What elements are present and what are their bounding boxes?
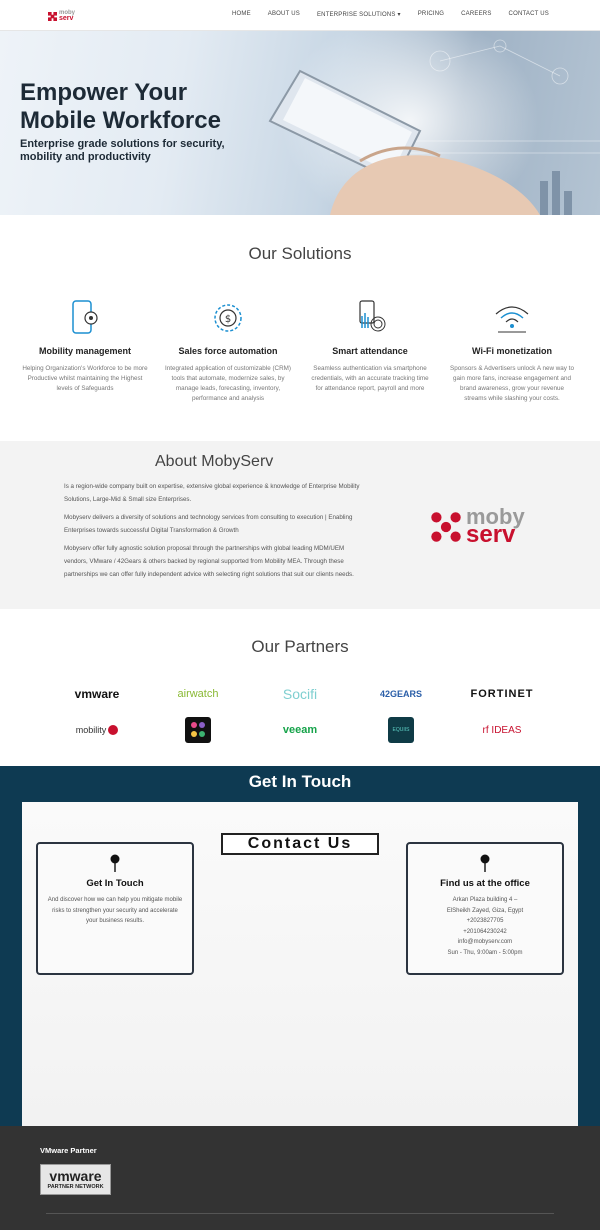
solution-wifi-monetization: Wi-Fi monetization Sponsors & Advertiser… — [449, 298, 575, 404]
nav-careers[interactable]: CAREERS — [461, 11, 491, 18]
about-section: About MobyServ Is a region-wide company … — [0, 441, 600, 609]
hero-subtitle-line1: Enterprise grade solutions for security, — [20, 138, 225, 150]
vmware-partner-badge[interactable]: vmware PARTNER NETWORK — [40, 1164, 111, 1195]
about-paragraph-3: Mobyserv offer fully agnostic solution p… — [64, 545, 354, 578]
partner-rfideas-logo: rf IDEAS — [482, 724, 522, 736]
logo-mark-icon — [431, 511, 461, 542]
solution-text: Sponsors & Advertisers unlock A new way … — [450, 365, 574, 402]
solution-sales-force-automation: $ Sales force automation Integrated appl… — [165, 298, 291, 404]
partner-mobility-text: mobility — [75, 725, 107, 735]
dollar-cycle-icon: $ — [214, 304, 242, 332]
office-phone-1[interactable]: +2023827705 — [467, 918, 504, 924]
nav-enterprise-solutions[interactable]: ENTERPRISE SOLUTIONS ▾ — [317, 11, 401, 18]
footer-heading: VMware Partner — [40, 1146, 97, 1155]
card-text: And discover how we can help you mitigat… — [47, 897, 183, 924]
office-email[interactable]: info@mobyserv.com — [458, 939, 512, 945]
about-paragraph-1: Is a region-wide company built on expert… — [64, 483, 360, 503]
partner-42gears-logo: 42GEARS — [379, 689, 423, 699]
colorful-app-icon — [185, 717, 211, 743]
main-menu: HOME ABOUT US ENTERPRISE SOLUTIONS ▾ PRI… — [232, 11, 549, 18]
solution-title: Smart attendance — [332, 346, 408, 356]
get-in-touch-section: Get In Touch Contact Us Get In Touch And… — [0, 766, 600, 1126]
contact-us-title: Contact Us — [221, 833, 379, 855]
office-phone-2[interactable]: +201064230242 — [463, 929, 507, 935]
partner-airwatch-logo: airwatch — [177, 688, 219, 700]
nav-home[interactable]: HOME — [232, 11, 251, 18]
svg-text:$: $ — [225, 314, 231, 325]
partners-title: Our Partners — [251, 637, 349, 656]
map-pin-icon — [480, 854, 490, 872]
office-address-line2: ElSheikh Zayed, Giza, Egypt — [446, 907, 524, 914]
partner-fortinet-logo: FORTINET — [470, 688, 534, 700]
hero-title: Empower Your Mobile Workforce — [20, 79, 300, 135]
office-card: Find us at the office Arkan Plaza buildi… — [406, 842, 564, 975]
solutions-title: Our Solutions — [248, 244, 352, 263]
footer-divider — [46, 1213, 554, 1214]
solution-title: Wi-Fi monetization — [472, 346, 552, 356]
map-pin-icon — [110, 854, 120, 872]
partner-equiis-text: EQUIIS — [388, 717, 414, 743]
logo-text-bottom: serv — [59, 15, 74, 22]
hero-title-line1: Empower Your — [20, 79, 188, 106]
partner-vmware-logo: vmware — [74, 687, 120, 701]
solution-text: Integrated application of customizable (… — [165, 365, 291, 402]
mobile-gear-icon — [72, 300, 98, 334]
solution-title: Sales force automation — [178, 346, 278, 356]
partner-app-logo — [153, 715, 243, 745]
wifi-icon — [495, 306, 529, 333]
hero-subtitle-line2: mobility and productivity — [20, 151, 151, 163]
nav-contact-us[interactable]: CONTACT US — [509, 11, 549, 18]
office-details: Arkan Plaza building 4 – ElSheikh Zayed,… — [408, 895, 562, 958]
office-address-line1: Arkan Plaza building 4 – — [452, 897, 518, 903]
solution-text: Seamless authentication via smartphone c… — [311, 365, 429, 392]
partner-mobility-logo: mobility — [52, 719, 142, 741]
hero-title-line2: Mobile Workforce — [20, 107, 221, 134]
logo-mark-icon — [48, 11, 57, 21]
hero-banner: Empower Your Mobile Workforce Enterprise… — [0, 31, 600, 215]
footer: VMware Partner vmware PARTNER NETWORK — [0, 1126, 600, 1230]
solution-smart-attendance: Smart attendance Seamless authentication… — [307, 298, 433, 394]
get-in-touch-card: Get In Touch And discover how we can hel… — [36, 842, 194, 975]
contact-panel: Contact Us Get In Touch And discover how… — [22, 802, 578, 1126]
about-title: About MobyServ — [155, 453, 274, 470]
about-paragraph-2: Mobyserv delivers a diversity of solutio… — [64, 514, 353, 534]
partner-socifi-logo: Socifi — [282, 686, 318, 702]
partner-equiis-logo: EQUIIS — [356, 715, 446, 745]
partner-veeam-logo: veeam — [282, 724, 318, 736]
get-in-touch-title: Get In Touch — [248, 772, 352, 791]
office-hours: Sun - Thu, 9:00am - 5:00pm — [447, 949, 523, 956]
nav-about-us[interactable]: ABOUT US — [268, 11, 300, 18]
solution-mobility-management: Mobility management Helping Organization… — [22, 298, 148, 394]
badge-top-text: vmware — [49, 1168, 102, 1184]
badge-bottom-text: PARTNER NETWORK — [47, 1184, 104, 1190]
hero-subtitle: Enterprise grade solutions for security,… — [20, 138, 280, 164]
nav-pricing[interactable]: PRICING — [418, 11, 444, 18]
mobility-dot-icon — [108, 725, 119, 735]
top-navbar: moby serv HOME ABOUT US ENTERPRISE SOLUT… — [0, 0, 600, 31]
card-title: Get In Touch — [86, 878, 144, 889]
fingerprint-icon — [359, 300, 386, 332]
mobyserv-logo[interactable]: moby serv — [48, 9, 75, 23]
about-mobyserv-logo: moby serv — [430, 506, 525, 547]
card-title: Find us at the office — [440, 878, 530, 889]
solution-title: Mobility management — [38, 346, 131, 356]
solution-text: Helping Organization's Workforce to be m… — [22, 365, 148, 392]
